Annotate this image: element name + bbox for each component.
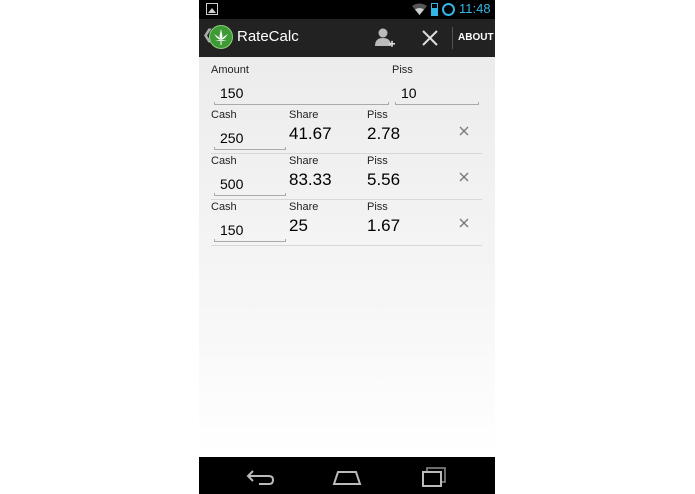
cash-input-underline	[214, 193, 286, 196]
cash-label: Cash	[211, 155, 237, 167]
piss-input-underline	[395, 102, 479, 105]
row-divider	[211, 153, 482, 154]
recent-apps-icon[interactable]	[418, 463, 450, 489]
cannabis-leaf-icon[interactable]	[209, 25, 233, 49]
amount-input-underline	[214, 102, 389, 105]
share-label: Share	[289, 155, 319, 167]
close-icon[interactable]	[419, 27, 441, 49]
home-icon[interactable]	[331, 463, 363, 489]
clock: 11:48	[459, 1, 491, 16]
row-piss-label: Piss	[367, 109, 388, 121]
add-person-icon[interactable]	[374, 26, 396, 50]
cash-input-underline	[214, 147, 286, 150]
cash-input[interactable]: 500	[220, 176, 243, 192]
back-icon[interactable]	[245, 463, 277, 489]
cash-label: Cash	[211, 201, 237, 213]
cash-input[interactable]: 250	[220, 130, 243, 146]
amount-label: Amount	[211, 64, 249, 76]
wifi-icon	[412, 3, 427, 15]
piss-input[interactable]: 10	[401, 85, 417, 101]
remove-row-icon[interactable]	[458, 171, 470, 183]
app-title: RateCalc	[237, 28, 299, 45]
phone-screen: 11:48 ❮ RateCalc ABOUT Amount Piss 150 1…	[199, 0, 495, 494]
share-label: Share	[289, 201, 319, 213]
remove-row-icon[interactable]	[458, 217, 470, 229]
row-piss-label: Piss	[367, 201, 388, 213]
cash-label: Cash	[211, 109, 237, 121]
calculator-content: Amount Piss 150 10 Cash Share Piss 250 4…	[199, 57, 495, 457]
sync-icon	[442, 3, 455, 16]
action-bar: ❮ RateCalc ABOUT	[199, 19, 495, 57]
row-piss-label: Piss	[367, 155, 388, 167]
piss-value: 2.78	[367, 124, 401, 143]
about-button[interactable]: ABOUT	[458, 32, 494, 43]
remove-row-icon[interactable]	[458, 125, 470, 137]
cash-input-underline	[214, 239, 286, 242]
share-value: 41.67	[289, 124, 332, 143]
action-separator	[452, 27, 453, 49]
amount-input[interactable]: 150	[220, 85, 243, 101]
share-value: 25	[289, 216, 308, 235]
gallery-notification-icon	[206, 3, 218, 15]
navigation-bar	[199, 457, 495, 494]
piss-value: 1.67	[367, 216, 401, 235]
row-divider	[211, 245, 482, 246]
battery-icon	[431, 3, 438, 16]
cash-input[interactable]: 150	[220, 222, 243, 238]
piss-value: 5.56	[367, 170, 401, 189]
piss-label: Piss	[392, 64, 413, 76]
status-bar: 11:48	[199, 0, 495, 19]
row-divider	[211, 199, 482, 200]
share-value: 83.33	[289, 170, 332, 189]
share-label: Share	[289, 109, 319, 121]
